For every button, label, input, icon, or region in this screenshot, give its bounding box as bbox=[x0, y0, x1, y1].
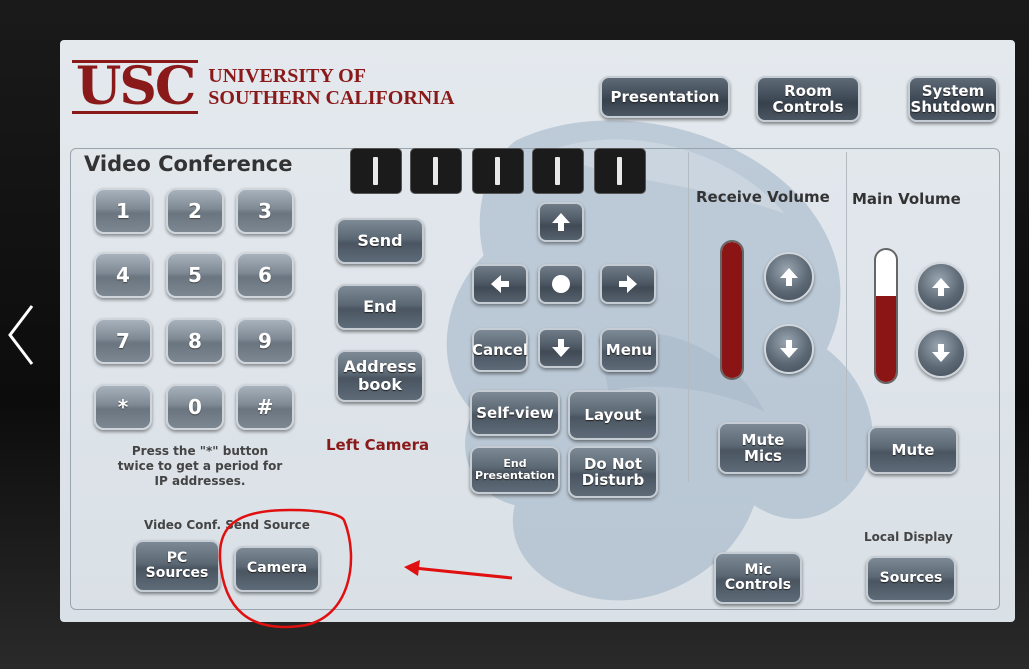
camera-right-button[interactable] bbox=[600, 264, 656, 304]
arrow-up-icon bbox=[780, 268, 798, 286]
main-volume-level bbox=[876, 296, 896, 382]
arrow-up-icon bbox=[552, 213, 570, 231]
local-display-sources-button[interactable]: Sources bbox=[866, 556, 956, 602]
keypad-key-2[interactable]: 2 bbox=[166, 188, 224, 234]
room-controls-button[interactable]: Room Controls bbox=[756, 76, 860, 122]
hint-line-3: IP addresses. bbox=[154, 474, 246, 488]
address-book-button[interactable]: Address book bbox=[336, 350, 424, 402]
hint-line-1: Press the "*" button bbox=[131, 444, 269, 458]
menu-button[interactable]: Menu bbox=[600, 328, 658, 372]
logo-line-2: SOUTHERN CALIFORNIA bbox=[208, 87, 455, 109]
arrow-down-icon bbox=[552, 339, 570, 357]
end-presentation-label-2: Presentation bbox=[475, 469, 555, 482]
logo-usc-text: USC bbox=[72, 60, 199, 114]
header: USC UNIVERSITY OF SOUTHERN CALIFORNIA Pr… bbox=[60, 40, 1015, 140]
system-shutdown-button[interactable]: System Shutdown bbox=[908, 76, 998, 122]
arrow-right-icon bbox=[619, 275, 637, 293]
send-source-label: Video Conf. Send Source bbox=[144, 518, 310, 532]
room-controls-label-1: Room bbox=[784, 81, 832, 100]
camera-left-button[interactable] bbox=[472, 264, 528, 304]
arrow-left-icon bbox=[491, 275, 509, 293]
keypad-key-star[interactable]: * bbox=[94, 384, 152, 430]
receive-volume-up-button[interactable] bbox=[764, 252, 814, 302]
left-camera-label: Left Camera bbox=[326, 436, 430, 454]
arrow-down-icon bbox=[780, 340, 798, 358]
layout-button[interactable]: Layout bbox=[568, 390, 658, 440]
keypad-key-5[interactable]: 5 bbox=[166, 252, 224, 298]
receive-volume-level bbox=[722, 242, 742, 378]
mic-controls-label-1: Mic bbox=[744, 561, 772, 578]
keypad-key-6[interactable]: 6 bbox=[236, 252, 294, 298]
mute-mics-label-1: Mute bbox=[741, 430, 785, 449]
keypad-key-8[interactable]: 8 bbox=[166, 318, 224, 364]
main-volume-title: Main Volume bbox=[852, 190, 961, 208]
mute-mics-button[interactable]: Mute Mics bbox=[718, 422, 808, 474]
keypad-key-9[interactable]: 9 bbox=[236, 318, 294, 364]
keypad-key-4[interactable]: 4 bbox=[94, 252, 152, 298]
do-not-disturb-label-2: Disturb bbox=[581, 471, 645, 489]
keypad-key-0[interactable]: 0 bbox=[166, 384, 224, 430]
receive-volume-title: Receive Volume bbox=[696, 188, 830, 206]
end-button[interactable]: End bbox=[336, 284, 424, 330]
pc-sources-button[interactable]: PC Sources bbox=[134, 540, 220, 592]
keypad-key-7[interactable]: 7 bbox=[94, 318, 152, 364]
mute-button[interactable]: Mute bbox=[868, 426, 958, 474]
video-conference-title: Video Conference bbox=[84, 152, 293, 176]
arrow-up-icon bbox=[932, 278, 950, 296]
pc-sources-label-2: Sources bbox=[145, 565, 209, 581]
system-shutdown-label-2: Shutdown bbox=[910, 98, 996, 116]
camera-button[interactable]: Camera bbox=[234, 546, 320, 592]
main-volume-up-button[interactable] bbox=[916, 262, 966, 312]
camera-down-button[interactable] bbox=[538, 328, 584, 368]
dial-digit-slot bbox=[350, 148, 402, 194]
address-book-label-2: book bbox=[357, 375, 403, 394]
dial-digit-slot bbox=[410, 148, 462, 194]
period-hint: Press the "*" button twice to get a peri… bbox=[90, 444, 310, 489]
presentation-button[interactable]: Presentation bbox=[600, 76, 730, 118]
mic-controls-label-2: Controls bbox=[724, 577, 792, 593]
dial-digit-slot bbox=[532, 148, 584, 194]
mute-mics-label-2: Mics bbox=[744, 447, 782, 465]
camera-up-button[interactable] bbox=[538, 202, 584, 242]
local-display-label: Local Display bbox=[864, 530, 953, 544]
divider bbox=[688, 152, 689, 482]
keypad-key-3[interactable]: 3 bbox=[236, 188, 294, 234]
dial-digit-slot bbox=[472, 148, 524, 194]
camera-home-button[interactable] bbox=[538, 264, 584, 304]
hint-line-2: twice to get a period for bbox=[117, 459, 283, 473]
logo-line-1: UNIVERSITY OF bbox=[208, 65, 366, 87]
keypad-key-hash[interactable]: # bbox=[236, 384, 294, 430]
keypad-key-1[interactable]: 1 bbox=[94, 188, 152, 234]
touch-panel-screen: USC UNIVERSITY OF SOUTHERN CALIFORNIA Pr… bbox=[60, 40, 1015, 622]
receive-volume-bar bbox=[720, 240, 744, 380]
do-not-disturb-label-1: Do Not bbox=[583, 454, 642, 473]
self-view-button[interactable]: Self-view bbox=[470, 390, 560, 436]
do-not-disturb-button[interactable]: Do Not Disturb bbox=[568, 446, 658, 498]
chevron-left-icon[interactable] bbox=[6, 300, 36, 370]
main-volume-bar bbox=[874, 248, 898, 384]
divider bbox=[846, 152, 847, 482]
usc-logo: USC UNIVERSITY OF SOUTHERN CALIFORNIA bbox=[72, 60, 454, 114]
pc-sources-label-1: PC bbox=[166, 549, 188, 566]
end-presentation-button[interactable]: End Presentation bbox=[470, 446, 560, 494]
room-controls-label-2: Controls bbox=[772, 98, 844, 116]
arrow-down-icon bbox=[932, 344, 950, 362]
circle-icon bbox=[552, 275, 570, 293]
mic-controls-button[interactable]: Mic Controls bbox=[714, 552, 802, 604]
dial-digit-slot bbox=[594, 148, 646, 194]
logo-name: UNIVERSITY OF SOUTHERN CALIFORNIA bbox=[208, 65, 454, 109]
main-volume-down-button[interactable] bbox=[916, 328, 966, 378]
receive-volume-down-button[interactable] bbox=[764, 324, 814, 374]
cancel-button[interactable]: Cancel bbox=[472, 328, 528, 372]
address-book-label-1: Address bbox=[343, 357, 417, 377]
system-shutdown-label-1: System bbox=[921, 81, 985, 100]
send-button[interactable]: Send bbox=[336, 218, 424, 264]
